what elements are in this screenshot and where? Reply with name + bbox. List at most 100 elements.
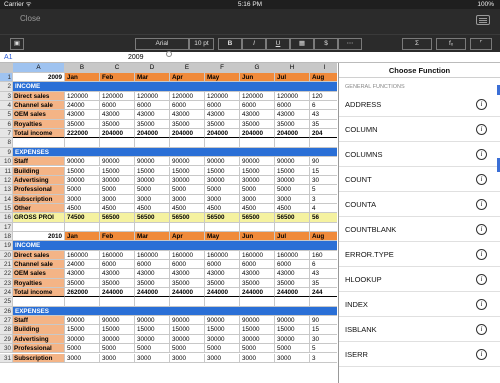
selection-handle[interactable] [166, 51, 172, 57]
table-cell[interactable]: 204000 [240, 129, 275, 139]
table-cell[interactable]: 90000 [205, 157, 240, 167]
column-header[interactable]: G [240, 63, 275, 73]
row-header[interactable]: 27 [0, 316, 13, 326]
table-cell[interactable]: 15000 [205, 166, 240, 176]
row-header[interactable]: 3 [0, 91, 13, 102]
table-cell[interactable]: 35000 [240, 278, 275, 289]
year-cell[interactable]: 2010 [13, 231, 65, 242]
table-cell[interactable]: 120000 [135, 91, 170, 102]
row-label-cell[interactable]: Direct sales [13, 250, 65, 260]
row-label-cell[interactable]: Direct sales [13, 91, 65, 102]
spreadsheet-grid[interactable]: A B C D E F G H I 1 2009 Jan Feb Mar Apr May Jun Jul Aug 2 I… [0, 63, 337, 383]
table-cell[interactable]: 43000 [100, 269, 135, 279]
section-header[interactable]: EXPENSES [13, 306, 337, 317]
row-label-cell[interactable]: Total income [13, 288, 65, 298]
function-item[interactable]: COUNTBLANK i [339, 217, 500, 242]
table-cell[interactable]: 4500 [100, 203, 135, 214]
table-cell[interactable]: 30 [310, 335, 337, 345]
table-cell[interactable]: 6000 [240, 260, 275, 270]
row-header[interactable]: 26 [0, 306, 13, 317]
table-cell[interactable]: 56500 [205, 213, 240, 223]
row-label-cell[interactable]: Building [13, 166, 65, 176]
table-cell[interactable]: 244000 [205, 288, 240, 298]
table-cell[interactable]: 56500 [170, 213, 205, 223]
info-icon[interactable]: i [476, 174, 487, 185]
row-header[interactable]: 16 [0, 213, 13, 223]
row-header[interactable]: 2 [0, 82, 13, 92]
row-header[interactable]: 31 [0, 353, 13, 363]
row-label-cell[interactable]: Channel sale [13, 101, 65, 111]
table-cell[interactable]: 43000 [205, 269, 240, 279]
table-cell[interactable]: 6000 [100, 101, 135, 111]
table-cell[interactable]: 4500 [65, 203, 100, 214]
table-cell[interactable]: 244000 [275, 288, 310, 298]
row-label-cell[interactable]: Staff [13, 316, 65, 326]
table-cell[interactable]: 3000 [100, 194, 135, 204]
table-cell[interactable]: 35000 [240, 119, 275, 130]
table-cell[interactable]: 4500 [135, 203, 170, 214]
row-header[interactable]: 1 [0, 73, 13, 83]
row-label-cell[interactable]: OEM sales [13, 269, 65, 279]
table-cell[interactable]: 43000 [275, 110, 310, 120]
table-cell[interactable]: 90000 [240, 316, 275, 326]
info-icon[interactable]: i [476, 349, 487, 360]
table-cell[interactable]: 30000 [275, 334, 310, 345]
table-cell[interactable]: 90000 [65, 157, 100, 167]
info-icon[interactable]: i [476, 124, 487, 135]
empty-cell[interactable] [240, 222, 275, 232]
month-header-cell[interactable]: Jun [240, 73, 275, 83]
row-header[interactable]: 9 [0, 147, 13, 158]
table-cell[interactable]: 5 [310, 344, 337, 354]
row-label-cell[interactable]: Building [13, 325, 65, 335]
table-cell[interactable]: 120000 [170, 91, 205, 102]
function-item[interactable]: COLUMNS i [339, 142, 500, 167]
info-icon[interactable]: i [476, 99, 487, 110]
table-cell[interactable]: 24000 [65, 101, 100, 111]
table-cell[interactable]: 90000 [205, 316, 240, 326]
function-item[interactable]: COUNT i [339, 167, 500, 192]
table-cell[interactable]: 4500 [170, 203, 205, 214]
info-icon[interactable]: i [476, 249, 487, 260]
month-header-cell[interactable]: Jul [275, 231, 310, 242]
table-cell[interactable]: 6000 [205, 101, 240, 111]
table-cell[interactable]: 120 [310, 92, 337, 102]
table-cell[interactable]: 160000 [205, 250, 240, 260]
table-cell[interactable]: 3000 [205, 353, 240, 363]
table-cell[interactable]: 35000 [65, 119, 100, 130]
row-header[interactable]: 20 [0, 250, 13, 260]
table-cell[interactable]: 35000 [100, 119, 135, 130]
table-cell[interactable]: 35000 [205, 119, 240, 130]
table-cell[interactable]: 3000 [170, 194, 205, 204]
table-cell[interactable]: 90 [310, 316, 337, 326]
empty-cell[interactable] [65, 138, 100, 148]
function-item[interactable]: INDEX i [339, 292, 500, 317]
more-icon[interactable]: ⋯ [338, 38, 362, 50]
info-icon[interactable]: i [476, 199, 487, 210]
month-header-cell[interactable]: Apr [170, 231, 205, 242]
table-cell[interactable]: 4500 [205, 203, 240, 214]
table-cell[interactable]: 30000 [100, 175, 135, 186]
table-cell[interactable]: 43000 [170, 110, 205, 120]
table-cell[interactable]: 56500 [135, 213, 170, 223]
row-label-cell[interactable]: Subscription [13, 353, 65, 363]
table-cell[interactable]: 43000 [65, 269, 100, 279]
function-item[interactable]: COLUMN i [339, 117, 500, 142]
table-cell[interactable]: 56500 [275, 213, 310, 223]
empty-cell[interactable] [310, 223, 337, 232]
table-cell[interactable]: 90000 [275, 316, 310, 326]
save-icon[interactable]: ▣ [10, 38, 24, 50]
table-cell[interactable]: 15000 [100, 325, 135, 335]
empty-cell[interactable] [135, 297, 170, 307]
row-header[interactable]: 5 [0, 110, 13, 120]
table-cell[interactable]: 6 [310, 101, 337, 111]
table-cell[interactable]: 3000 [275, 353, 310, 363]
info-icon[interactable]: i [476, 324, 487, 335]
bold-button[interactable]: B [218, 38, 242, 50]
table-cell[interactable]: 204000 [205, 129, 240, 139]
function-item[interactable]: ISERR i [339, 342, 500, 367]
table-cell[interactable]: 35000 [275, 278, 310, 289]
table-cell[interactable]: 30000 [170, 175, 205, 186]
table-cell[interactable]: 15000 [100, 166, 135, 176]
table-cell[interactable]: 90000 [275, 157, 310, 167]
table-cell[interactable]: 15000 [65, 325, 100, 335]
